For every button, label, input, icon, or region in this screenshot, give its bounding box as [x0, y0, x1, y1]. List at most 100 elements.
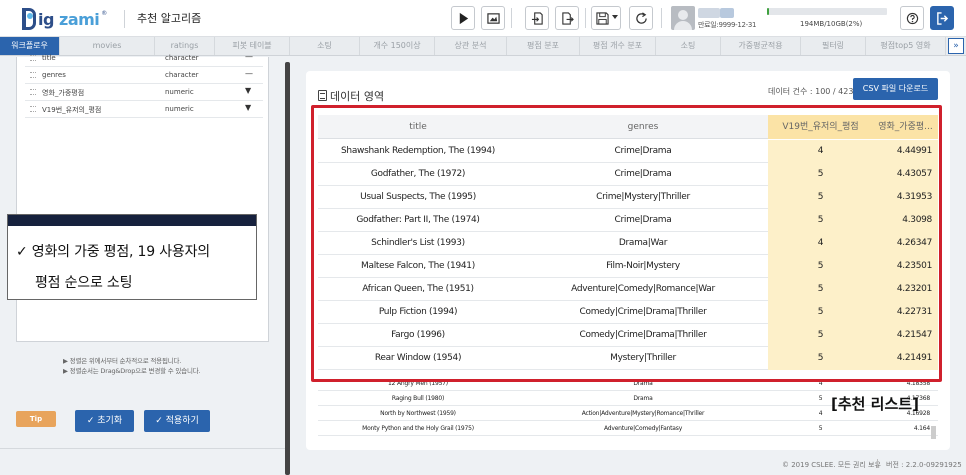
recommendation-label: [추천 리스트] [831, 395, 919, 413]
tab-rating-dist[interactable]: 평점 분포 [507, 37, 580, 55]
cell-user19-rating: 5 [768, 347, 873, 370]
storage-bar-fill [767, 8, 770, 15]
table-row[interactable]: Schindler's List (1993) Drama|War 4 4.26347 [318, 232, 938, 255]
table-row[interactable]: Pulp Fiction (1994) Comedy|Crime|Drama|Th… [318, 301, 938, 324]
table-row[interactable]: Usual Suspects, The (1995) Crime|Mystery|… [318, 186, 938, 209]
list-item[interactable]: title character — [25, 50, 263, 67]
cell-weighted-rating: 4.21547 [873, 324, 938, 347]
table-row[interactable]: Godfather: Part II, The (1974) Crime|Dram… [318, 209, 938, 232]
document-icon [318, 90, 327, 101]
cell-user19-rating: 5 [768, 209, 873, 232]
image-icon [486, 12, 500, 24]
tab-rating-count-dist[interactable]: 평점 개수 분포 [580, 37, 656, 55]
cell-title: African Queen, The (1951) [362, 284, 474, 294]
refresh-button[interactable] [629, 6, 653, 30]
save-button[interactable] [591, 6, 621, 30]
cell-weighted-rating: 4.44991 [873, 140, 938, 163]
table-row[interactable]: African Queen, The (1951) Adventure|Comed… [318, 278, 938, 301]
tab-filtering[interactable]: 필터링 [801, 37, 866, 55]
callout-line: ✓ 영화의 가중 평점, 19 사용자의 [16, 244, 210, 260]
drag-handle-icon[interactable] [30, 89, 36, 95]
cell-weighted-rating: 4.21491 [873, 347, 938, 370]
cell-weighted-rating: 4.31953 [873, 186, 938, 209]
cell-title: Monty Python and the Holy Grail (1975) [362, 425, 474, 432]
cell-genres: Crime|Drama [614, 215, 672, 225]
cell-user19-rating: 5 [818, 425, 823, 432]
cell-user19-rating: 5 [768, 278, 873, 301]
drag-handle-icon[interactable] [30, 55, 36, 61]
table-row[interactable]: Maltese Falcon, The (1941) Film-Noir|Myst… [318, 255, 938, 278]
toolbar-divider [585, 8, 586, 28]
user-avatar[interactable] [671, 6, 695, 30]
export-icon [561, 11, 574, 25]
cell-genres: Comedy|Crime|Drama|Thriller [579, 330, 707, 340]
caret-down-icon[interactable] [612, 15, 618, 19]
cell-user19-rating: 4 [768, 140, 873, 163]
version: 버전 : 2.2.0-09291925 [886, 461, 962, 469]
cell-genres: Adventure|Comedy|Fantasy [603, 425, 683, 432]
image-button[interactable] [481, 6, 505, 30]
help-button[interactable] [900, 6, 924, 30]
import-button[interactable] [525, 6, 549, 30]
drag-handle-icon[interactable] [30, 72, 36, 78]
copyright: © 2019 CSLEE. 모든 권리 보유 [782, 461, 881, 469]
sort-descending-icon[interactable]: ▼ [245, 103, 251, 112]
variable-name: genres [42, 71, 66, 79]
app-title: 추천 알고리즘 [124, 10, 201, 28]
cell-weighted-rating: 4.23501 [873, 255, 938, 278]
variable-type: character [165, 71, 199, 79]
toolbar-divider [661, 8, 662, 28]
cell-weighted-rating: 4.23201 [873, 278, 938, 301]
sort-none-icon[interactable]: — [245, 69, 253, 78]
column-header-genres[interactable]: genres [518, 115, 768, 139]
cell-title: Rear Window (1954) [374, 353, 462, 363]
cell-title: 12 Angry Men (1957) [388, 380, 448, 387]
column-header-title[interactable]: title [318, 115, 518, 139]
callout-line: 평점 순으로 소팅 [35, 275, 133, 291]
play-icon [459, 12, 468, 24]
tab-count-150[interactable]: 개수 150이상 [360, 37, 435, 55]
list-item[interactable]: 영화_가중평점 numeric ▼ [25, 84, 263, 101]
list-item[interactable]: V19번_유저의_평점 numeric ▼ [25, 101, 263, 118]
tab-sorting[interactable]: 소팅 [290, 37, 360, 55]
logo-registered-mark: ® [101, 10, 108, 17]
tab-sorting-2[interactable]: 소팅 [656, 37, 721, 55]
csv-download-button[interactable]: CSV 파일 다운로드 [853, 78, 938, 100]
table-row[interactable]: 12 Angry Men (1957) Drama 4 4.18358 [318, 376, 938, 391]
sort-descending-icon[interactable]: ▼ [245, 86, 251, 95]
storage-bar [767, 8, 887, 15]
logout-button[interactable] [930, 6, 954, 30]
export-button[interactable] [555, 6, 579, 30]
list-item[interactable]: genres character — [25, 67, 263, 84]
divider [0, 448, 285, 449]
annotation-callout: ✓ 영화의 가중 평점, 19 사용자의 평점 순으로 소팅 [7, 214, 257, 300]
cell-genres: Crime|Mystery|Thriller [596, 192, 690, 202]
column-header-user19-rating[interactable]: V19번_유저의_평점 [768, 115, 873, 139]
apply-button[interactable]: ✓ 적용하기 [144, 410, 210, 432]
table-row[interactable]: Shawshank Redemption, The (1994) Crime|Dr… [318, 140, 938, 163]
cell-weighted-rating: 4.3098 [873, 209, 938, 232]
table-row[interactable]: Godfather, The (1972) Crime|Drama 5 4.43057 [318, 163, 938, 186]
app-logo[interactable]: ig zami ® [22, 8, 107, 30]
variable-type: numeric [165, 105, 194, 113]
table-row[interactable]: Fargo (1996) Comedy|Crime|Drama|Thriller 5… [318, 324, 938, 347]
tab-top5-movies[interactable]: 평점top5 영화 [866, 37, 946, 55]
callout-text: ✓ 영화의 가중 평점, 19 사용자의 평점 순으로 소팅 [8, 226, 256, 299]
tab-correlation[interactable]: 상관 분석 [435, 37, 507, 55]
variable-name: title [42, 54, 56, 62]
tab-weighted-avg[interactable]: 가중평균적용 [721, 37, 801, 55]
table-header: title genres V19번_유저의_평점 영화_가중평... [318, 115, 938, 139]
run-button[interactable] [451, 6, 475, 30]
table-scrollbar[interactable] [931, 426, 936, 439]
drag-handle-icon[interactable] [30, 106, 36, 112]
table-row[interactable]: Monty Python and the Holy Grail (1975) Ad… [318, 421, 938, 436]
data-table: title genres V19번_유저의_평점 영화_가중평... Shaws… [318, 115, 938, 437]
column-header-weighted-rating[interactable]: 영화_가중평... [873, 115, 938, 139]
table-row[interactable]: Rear Window (1954) Mystery|Thriller 5 4.214… [318, 347, 938, 370]
top-header: ig zami ® 추천 알고리즘 만료일:9999-12-31 194MB/1… [0, 0, 966, 37]
tab-more-button[interactable]: » [948, 38, 964, 54]
tip-text: ▶ 정렬은 위에서부터 순차적으로 적용됩니다. [63, 357, 182, 365]
panel-scrollbar[interactable] [285, 62, 290, 475]
sort-none-icon[interactable]: — [245, 52, 253, 61]
reset-button[interactable]: ✓ 초기화 [75, 410, 134, 432]
